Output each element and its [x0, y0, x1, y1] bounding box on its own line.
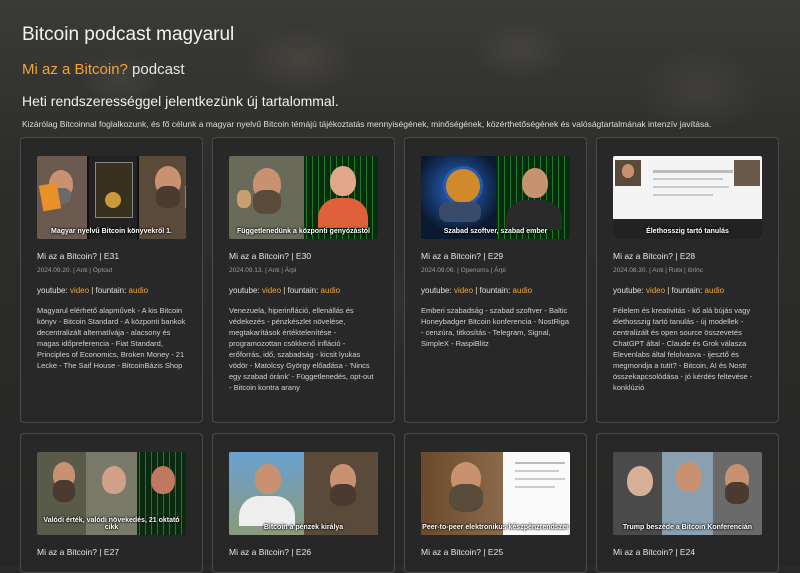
podcast-heading: Mi az a Bitcoin? podcast — [22, 60, 778, 80]
thumbnail-caption: Élethosszig tartó tanulás — [646, 228, 729, 235]
youtube-label: youtube: — [421, 286, 452, 295]
episode-card: Valódi érték, valódi növekedés, 21 oktat… — [20, 433, 203, 573]
episode-card: Bitcoin a pénzek királya Mi az a Bitcoin… — [212, 433, 395, 573]
podcast-suffix: podcast — [127, 61, 185, 78]
episode-title[interactable]: Mi az a Bitcoin? | E25 — [421, 547, 570, 557]
episode-card: Függetlenedünk a központi genyózástól Mi… — [212, 137, 395, 423]
episode-title[interactable]: Mi az a Bitcoin? | E27 — [37, 547, 186, 557]
episode-card: Szabad szoftver, szabad ember Mi az a Bi… — [404, 137, 587, 423]
youtube-label: youtube: — [229, 286, 260, 295]
episode-meta: 2024.08.30. | Anti | Robi | lörinc — [613, 267, 703, 274]
youtube-label: youtube: — [37, 286, 68, 295]
episode-links: youtube: video | fountain: audio — [229, 286, 378, 295]
episode-card: Magyar nyelvű Bitcoin könyvekről 1. Mi a… — [20, 137, 203, 423]
link-separator: | — [283, 286, 286, 295]
episode-title[interactable]: Mi az a Bitcoin? | E30 — [229, 251, 378, 261]
episode-thumbnail[interactable]: Szabad szoftver, szabad ember — [421, 156, 570, 239]
episode-title[interactable]: Mi az a Bitcoin? | E28 — [613, 251, 762, 261]
episode-title[interactable]: Mi az a Bitcoin? | E31 — [37, 251, 186, 261]
video-link[interactable]: video — [262, 286, 281, 295]
fountain-label: fountain: — [671, 286, 703, 295]
episode-meta: 2024.09.13. | Anti | Árpi — [229, 267, 297, 274]
episode-thumbnail[interactable]: Peer-to-peer elektronikus készpénzrendsz… — [421, 452, 570, 535]
tagline: Heti rendszerességgel jelentkezünk új ta… — [22, 93, 339, 109]
episode-links: youtube: video | fountain: audio — [421, 286, 570, 295]
audio-link[interactable]: audio — [705, 286, 725, 295]
fountain-label: fountain: — [479, 286, 511, 295]
episode-thumbnail[interactable]: Bitcoin a pénzek királya — [229, 452, 378, 535]
episode-thumbnail[interactable]: Élethosszig tartó tanulás — [613, 156, 762, 239]
audio-link[interactable]: audio — [129, 286, 149, 295]
header: Bitcoin podcast magyarul Mi az a Bitcoin… — [0, 0, 800, 130]
thumbnail-caption: Függetlenedünk a központi genyózástól — [236, 228, 370, 235]
episode-title[interactable]: Mi az a Bitcoin? | E29 — [421, 251, 570, 261]
episode-card: Élethosszig tartó tanulás Mi az a Bitcoi… — [596, 137, 779, 423]
video-link[interactable]: video — [454, 286, 473, 295]
episode-links: youtube: video | fountain: audio — [613, 286, 762, 295]
site-title: Bitcoin podcast magyarul — [22, 24, 235, 45]
link-separator: | — [667, 286, 670, 295]
episode-title[interactable]: Mi az a Bitcoin? | E26 — [229, 547, 378, 557]
thumbnail-caption: Magyar nyelvű Bitcoin könyvekről 1. — [51, 228, 172, 235]
thumbnail-caption: Szabad szoftver, szabad ember — [443, 228, 548, 235]
episode-thumbnail[interactable]: Valódi érték, valódi növekedés, 21 oktat… — [37, 452, 186, 535]
thumbnail-caption: Peer-to-peer elektronikus készpénzrendsz… — [422, 524, 569, 531]
episode-meta: 2024.09.20. | Anti | Optout — [37, 267, 113, 274]
episode-description: Félelem és kreativitás - kő alá bújás va… — [613, 306, 753, 392]
video-link[interactable]: video — [646, 286, 665, 295]
episode-links: youtube: video | fountain: audio — [37, 286, 186, 295]
podcast-name-link[interactable]: Mi az a Bitcoin? — [22, 61, 128, 78]
episode-card: Trump beszéde a Bitcoin Konferencián Mi … — [596, 433, 779, 573]
site-description: Kizárólag Bitcoinnal foglalkozunk, és fő… — [22, 119, 712, 129]
episode-thumbnail[interactable]: Trump beszéde a Bitcoin Konferencián — [613, 452, 762, 535]
episode-title[interactable]: Mi az a Bitcoin? | E24 — [613, 547, 762, 557]
episode-thumbnail[interactable]: Függetlenedünk a központi genyózástól — [229, 156, 378, 239]
thumbnail-caption: Bitcoin a pénzek királya — [263, 524, 344, 531]
episode-card: Peer-to-peer elektronikus készpénzrendsz… — [404, 433, 587, 573]
link-separator: | — [475, 286, 478, 295]
youtube-label: youtube: — [613, 286, 644, 295]
episode-description: Venezuela, hiperinfláció, ellenállás és … — [229, 306, 374, 392]
audio-link[interactable]: audio — [321, 286, 341, 295]
video-link[interactable]: video — [70, 286, 89, 295]
link-separator: | — [91, 286, 94, 295]
thumbnail-caption: Valódi érték, valódi növekedés, 21 oktat… — [43, 517, 180, 531]
episode-description: Emberi szabadság - szabad szoftver - Bal… — [421, 306, 569, 348]
fountain-label: fountain: — [95, 286, 127, 295]
episode-thumbnail[interactable]: Magyar nyelvű Bitcoin könyvekről 1. — [37, 156, 186, 239]
episode-description: Magyarul elérhető alapművek - A kis Bitc… — [37, 306, 186, 370]
episode-grid: Magyar nyelvű Bitcoin könyvekről 1. Mi a… — [20, 137, 779, 573]
thumbnail-caption: Trump beszéde a Bitcoin Konferencián — [622, 524, 753, 531]
fountain-label: fountain: — [287, 286, 319, 295]
episode-meta: 2024.09.06. | Openoms | Árpi — [421, 267, 506, 274]
audio-link[interactable]: audio — [513, 286, 533, 295]
